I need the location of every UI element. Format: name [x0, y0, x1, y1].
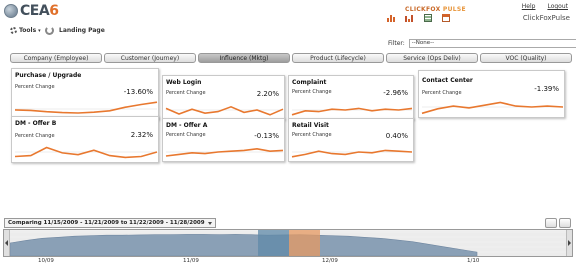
sparkline-series [291, 149, 413, 158]
card-sparkline [165, 105, 284, 116]
logout-link[interactable]: Logout [547, 3, 568, 10]
comparison-label: Comparing 11/15/2009 - 11/21/2009 to 11/… [8, 220, 205, 226]
chevron-down-icon: ▾ [38, 27, 41, 34]
filter-control: Filter: --None-- [388, 39, 576, 48]
timeline-tick-label: 11/09 [183, 258, 199, 264]
card-value: -1.39% [534, 85, 559, 93]
metric-card-dm-offer-b[interactable]: DM - Offer B Percent Change 2.32% [11, 116, 159, 163]
card-sparkline [421, 101, 564, 115]
comparison-dropdown[interactable]: Comparing 11/15/2009 - 11/21/2009 to 11/… [4, 218, 216, 228]
single-view-button[interactable] [545, 218, 557, 228]
card-value: -13.60% [123, 88, 153, 96]
sparkline-series [14, 146, 158, 159]
arrow-right-icon [568, 240, 571, 246]
metric-card-complaint[interactable]: Complaint Percent Change -2.96% [288, 75, 414, 120]
card-title: Contact Center [422, 77, 473, 84]
card-sparkline [291, 149, 413, 158]
logo-mark-icon [4, 4, 18, 18]
timeline-tick-label: 10/09 [38, 258, 54, 264]
sparkline-series [165, 147, 284, 157]
metric-card-retail-visit[interactable]: Retail Visit Percent Change 0.40% [288, 118, 414, 162]
card-value: -0.13% [254, 132, 279, 140]
view-icons [387, 14, 450, 22]
card-title: Purchase / Upgrade [15, 72, 82, 79]
card-subtitle: Percent Change [166, 132, 206, 138]
card-subtitle: Percent Change [292, 132, 332, 138]
filter-select[interactable]: --None-- [408, 39, 576, 48]
tools-label: Tools [19, 27, 37, 34]
brand-label: CLICKFOX PULSE [405, 6, 466, 13]
sparkline-series [421, 101, 564, 115]
gear-icon [10, 27, 17, 34]
sparkline-series [165, 105, 284, 116]
timeline-area-chart [10, 230, 566, 256]
card-title: DM - Offer A [166, 122, 208, 129]
header-links: Help Logout [522, 3, 568, 10]
category-tabs: Company (Employee) Customer (Journey) In… [10, 53, 572, 63]
toolbar: Tools ▾ Landing Page [0, 24, 576, 38]
card-value: -2.96% [383, 89, 408, 97]
app-header: CEA6 CLICKFOX PULSE Help Logout ClickFox… [0, 0, 576, 23]
card-value: 0.40% [385, 132, 408, 140]
comparison-selector: Comparing 11/15/2009 - 11/21/2009 to 11/… [4, 218, 216, 228]
tools-menu[interactable]: Tools ▾ [10, 27, 41, 34]
tab-product[interactable]: Product (Lifecycle) [292, 53, 384, 63]
help-link[interactable]: Help [522, 3, 536, 10]
card-subtitle: Percent Change [166, 90, 206, 96]
product-name: ClickFoxPulse [522, 14, 570, 22]
metric-card-web-login[interactable]: Web Login Percent Change 2.20% [162, 75, 285, 120]
split-view-button[interactable] [559, 218, 571, 228]
view-toggle [545, 218, 571, 228]
card-sparkline [14, 146, 158, 159]
card-value: 2.32% [130, 131, 153, 139]
grid-icon[interactable] [423, 14, 432, 22]
timeline-area [10, 234, 478, 256]
comparison-range-a[interactable] [258, 230, 289, 256]
tab-service[interactable]: Service (Ops Deliv) [386, 53, 478, 63]
card-sparkline [291, 107, 413, 116]
card-subtitle: Percent Change [15, 84, 55, 90]
card-title: Complaint [292, 79, 327, 86]
app-logo[interactable]: CEA6 [4, 3, 59, 19]
timeline-navigator[interactable] [3, 229, 573, 257]
metric-card-contact-center[interactable]: Contact Center Percent Change -1.39% [418, 70, 565, 118]
sparkline-series [291, 107, 413, 116]
tab-voc[interactable]: VOC (Quality) [480, 53, 572, 63]
card-subtitle: Percent Change [15, 133, 55, 139]
tab-customer[interactable]: Customer (Journey) [104, 53, 196, 63]
chevron-down-icon [207, 221, 212, 225]
filter-value: --None-- [411, 40, 435, 46]
timeline-tick-label: 12/09 [322, 258, 338, 264]
arrow-left-icon [5, 240, 8, 246]
logo-text: CEA6 [20, 3, 59, 19]
column-chart-icon[interactable] [405, 14, 414, 22]
tab-company[interactable]: Company (Employee) [10, 53, 102, 63]
card-title: DM - Offer B [15, 120, 57, 127]
landing-page-link[interactable]: Landing Page [59, 27, 105, 34]
timeline-tick-label: 1/10 [467, 258, 480, 264]
metric-card-purchase-upgrade[interactable]: Purchase / Upgrade Percent Change -13.60… [11, 68, 159, 120]
timeline-scroll-right[interactable] [566, 230, 572, 256]
card-value: 2.20% [256, 90, 279, 98]
sparkline-series [14, 101, 158, 114]
comparison-range-b[interactable] [289, 230, 320, 256]
card-sparkline [165, 147, 284, 157]
calendar-icon[interactable] [441, 14, 450, 22]
metric-card-dm-offer-a[interactable]: DM - Offer A Percent Change -0.13% [162, 118, 285, 162]
filter-label: Filter: [388, 40, 405, 47]
bar-chart-icon[interactable] [387, 14, 396, 22]
tab-influence[interactable]: Influence (Mktg) [198, 53, 290, 63]
refresh-icon[interactable] [45, 26, 54, 35]
card-title: Web Login [166, 79, 202, 86]
card-title: Retail Visit [292, 122, 329, 129]
card-subtitle: Percent Change [292, 89, 332, 95]
